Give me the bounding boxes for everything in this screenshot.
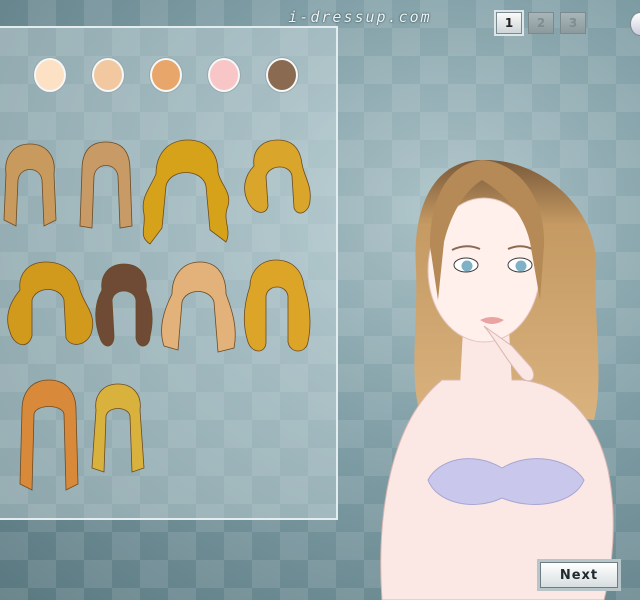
dressup-model <box>380 159 614 600</box>
skin-tone-swatch-5[interactable] <box>266 58 298 92</box>
model-right-iris <box>515 260 527 272</box>
hair-option-8[interactable] <box>240 256 316 360</box>
hair-shape <box>142 139 230 245</box>
page-button-1[interactable]: 1 <box>494 10 524 36</box>
hair-option-4[interactable] <box>238 136 314 220</box>
page-selector: 1 2 3 <box>494 10 586 36</box>
hair-option-3[interactable] <box>136 136 236 248</box>
hair-shape <box>91 383 145 473</box>
page-button-3[interactable]: 3 <box>560 12 586 34</box>
hair-shape <box>3 143 57 227</box>
model-top <box>427 458 585 505</box>
hair-shape <box>161 261 236 353</box>
hair-shape <box>95 263 153 347</box>
hair-shape <box>19 379 79 491</box>
skin-tone-swatch-3[interactable] <box>150 58 182 92</box>
site-title[interactable]: i-dressup.com <box>270 8 450 26</box>
hair-option-5[interactable] <box>2 258 98 354</box>
hair-option-6[interactable] <box>92 260 156 352</box>
hair-option-7[interactable] <box>156 258 240 358</box>
hair-option-2[interactable] <box>76 138 136 230</box>
skin-tone-swatch-1[interactable] <box>34 58 66 92</box>
hair-selection-panel <box>0 26 338 520</box>
edge-round-button[interactable] <box>630 12 640 36</box>
hair-shape <box>7 261 94 345</box>
hair-shape <box>244 139 311 214</box>
next-button[interactable]: Next <box>540 562 618 588</box>
hair-option-9[interactable] <box>16 376 82 494</box>
skin-tone-swatch-4[interactable] <box>208 58 240 92</box>
hair-option-1[interactable] <box>0 140 62 230</box>
model-left-iris <box>461 260 473 272</box>
page-button-2[interactable]: 2 <box>528 12 554 34</box>
hair-shape <box>244 259 311 352</box>
hair-shape <box>79 141 133 229</box>
hair-option-10[interactable] <box>90 380 146 476</box>
skin-tone-swatch-2[interactable] <box>92 58 124 92</box>
